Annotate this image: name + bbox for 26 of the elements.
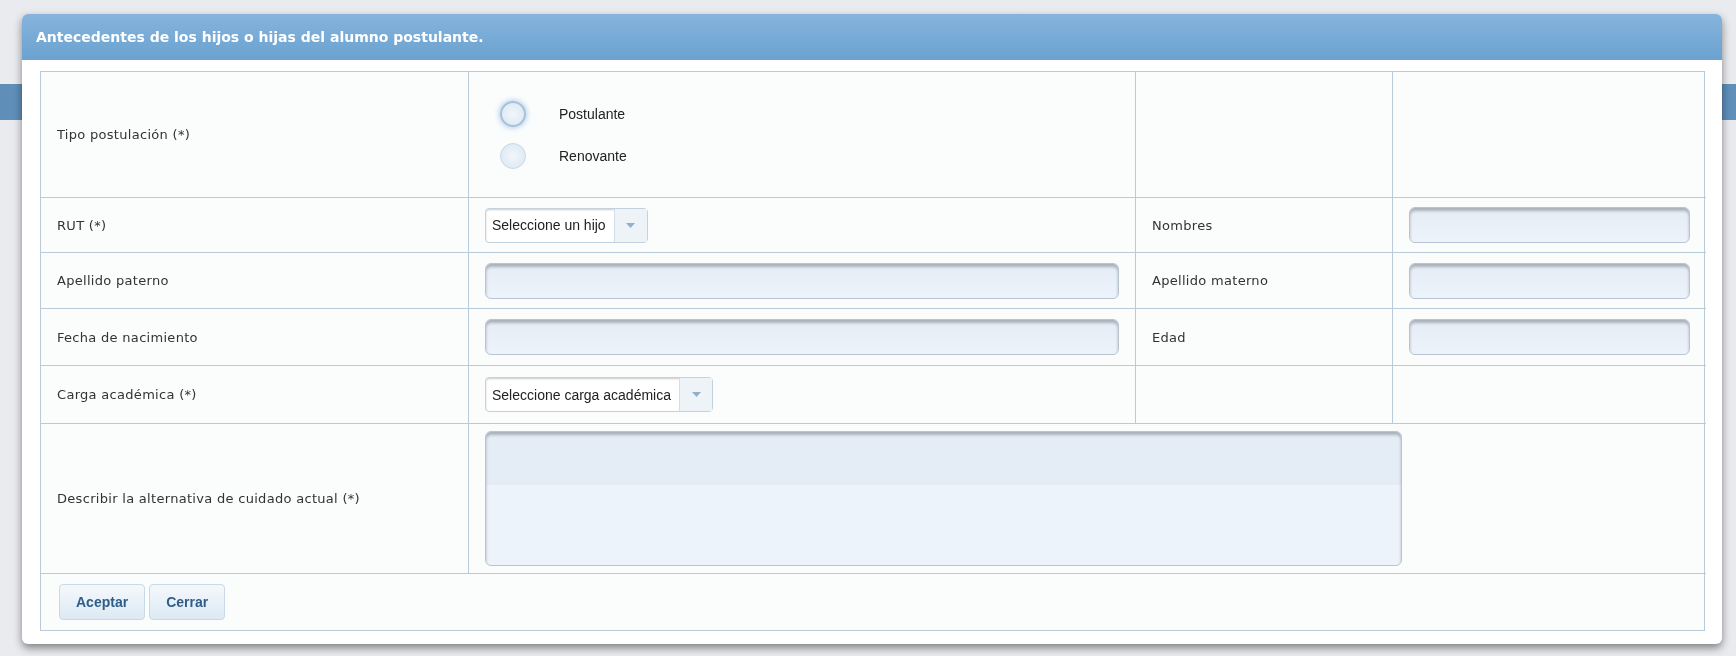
field-label: Apellido paterno	[57, 272, 169, 290]
text-area[interactable]	[485, 431, 1402, 566]
dialog-button[interactable]: Cerrar	[149, 584, 226, 620]
radio-button[interactable]	[500, 142, 526, 169]
radio-label[interactable]: Postulante	[559, 105, 626, 122]
input-field[interactable]	[1409, 262, 1690, 299]
dropdown[interactable]: Seleccione carga académica	[485, 377, 713, 412]
field-label: Edad	[1152, 328, 1186, 347]
input-field[interactable]	[485, 319, 1119, 355]
field-label: Describir la alternativa de cuidado actual (*)	[57, 490, 360, 508]
field-label: Carga académica (*)	[57, 386, 197, 404]
field-label: Apellido materno	[1152, 272, 1269, 290]
field-label: Tipo postulación (*)	[57, 126, 191, 144]
input-field[interactable]	[485, 262, 1119, 299]
caret-icon	[691, 392, 701, 397]
dialog-title: Antecedentes de los hijos o hijas del alumno postulante.	[22, 14, 1722, 60]
field-label: RUT (*)	[57, 216, 107, 235]
dropdown[interactable]: Seleccione un hijo	[485, 207, 648, 243]
caret-icon	[626, 222, 636, 228]
input-field[interactable]	[1409, 207, 1690, 243]
dialog-button[interactable]: Aceptar	[59, 584, 146, 620]
field-label: Nombres	[1152, 216, 1213, 235]
input-field[interactable]	[1409, 319, 1690, 355]
field-label: Fecha de nacimiento	[57, 328, 198, 347]
radio-button[interactable]	[500, 100, 526, 127]
radio-label[interactable]: Renovante	[559, 147, 627, 164]
